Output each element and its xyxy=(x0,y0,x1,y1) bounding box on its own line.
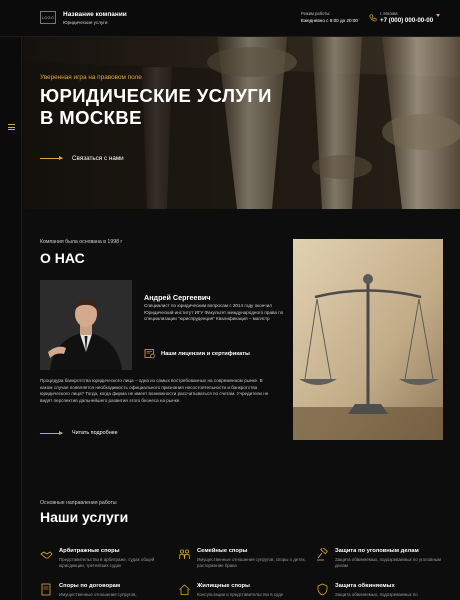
service-title: Арбитражные споры xyxy=(59,548,120,554)
chevron-down-icon[interactable] xyxy=(436,14,440,17)
services-title: Наши услуги xyxy=(40,509,129,525)
gavel-icon xyxy=(317,548,328,561)
read-more-label: Читать подробнее xyxy=(72,430,118,436)
certificate-icon xyxy=(144,349,155,359)
hours-value: Ежедневно с 9:00 до 20:00 xyxy=(301,18,358,23)
contract-icon xyxy=(41,583,51,596)
family-icon xyxy=(179,549,190,560)
contact-us-link[interactable]: Связаться с нами xyxy=(40,155,124,162)
header: LOGO Название компании Юридические услуг… xyxy=(0,0,460,37)
city-label: г. Москва xyxy=(380,11,398,16)
arrow-right-icon xyxy=(40,156,63,160)
service-desc: Консультации и представительство в суде xyxy=(197,592,284,597)
about-subtitle: Компания была основана в 1998 г xyxy=(40,239,123,245)
lawyer-bio: Специалист по юридическим вопросам с 201… xyxy=(144,303,284,321)
phone-number[interactable]: +7 (000) 000-00-00 xyxy=(380,17,433,24)
service-desc: Имущественные отношения супругов, споры … xyxy=(197,557,306,568)
contact-us-label: Связаться с нами xyxy=(72,155,124,162)
company-name: Название компании xyxy=(63,11,127,18)
service-desc: Имущественные отношения супругов, xyxy=(59,592,137,597)
side-panel xyxy=(0,37,22,600)
arrow-right-icon xyxy=(40,430,63,435)
hero-title: Юридические услуги в Москве xyxy=(40,85,272,128)
about-title: О НАС xyxy=(40,250,85,266)
hero-banner: Уверенная игра на правовом поле Юридичес… xyxy=(22,37,460,209)
licenses-link[interactable]: Наши лицензии и сертификаты xyxy=(161,351,250,357)
lawyer-name: Андрей Сергеевич xyxy=(144,293,211,302)
services-subtitle: Основные направления работы xyxy=(40,500,117,506)
phone-icon xyxy=(369,14,377,22)
service-desc: Защита обвиняемых, подозреваемых по угол… xyxy=(335,557,441,568)
service-desc: Представительство в арбитраже, судах общ… xyxy=(59,557,155,568)
hero-tagline: Уверенная игра на правовом поле xyxy=(40,74,142,81)
service-title: Жилищные споры xyxy=(197,583,250,589)
service-title: Защита по уголовным делам xyxy=(335,548,419,554)
service-desc: Защита обвиняемых, подозреваемых по xyxy=(335,592,418,597)
about-text: Процедура банкротства юридического лица … xyxy=(40,378,269,404)
service-title: Семейные споры xyxy=(197,548,248,554)
menu-icon[interactable] xyxy=(8,124,15,130)
lawyer-photo xyxy=(40,280,132,370)
service-title: Споры по договорам xyxy=(59,583,121,589)
hours-label: Режим работы: xyxy=(301,11,331,16)
company-subtitle: Юридические услуги xyxy=(63,20,108,25)
handshake-icon xyxy=(40,551,53,559)
house-icon xyxy=(179,584,190,595)
service-title: Защита обвиняемых xyxy=(335,583,395,589)
scales-image xyxy=(293,239,443,440)
logo[interactable]: LOGO xyxy=(40,11,56,24)
read-more-link[interactable]: Читать подробнее xyxy=(40,430,118,436)
shield-icon xyxy=(317,583,328,596)
